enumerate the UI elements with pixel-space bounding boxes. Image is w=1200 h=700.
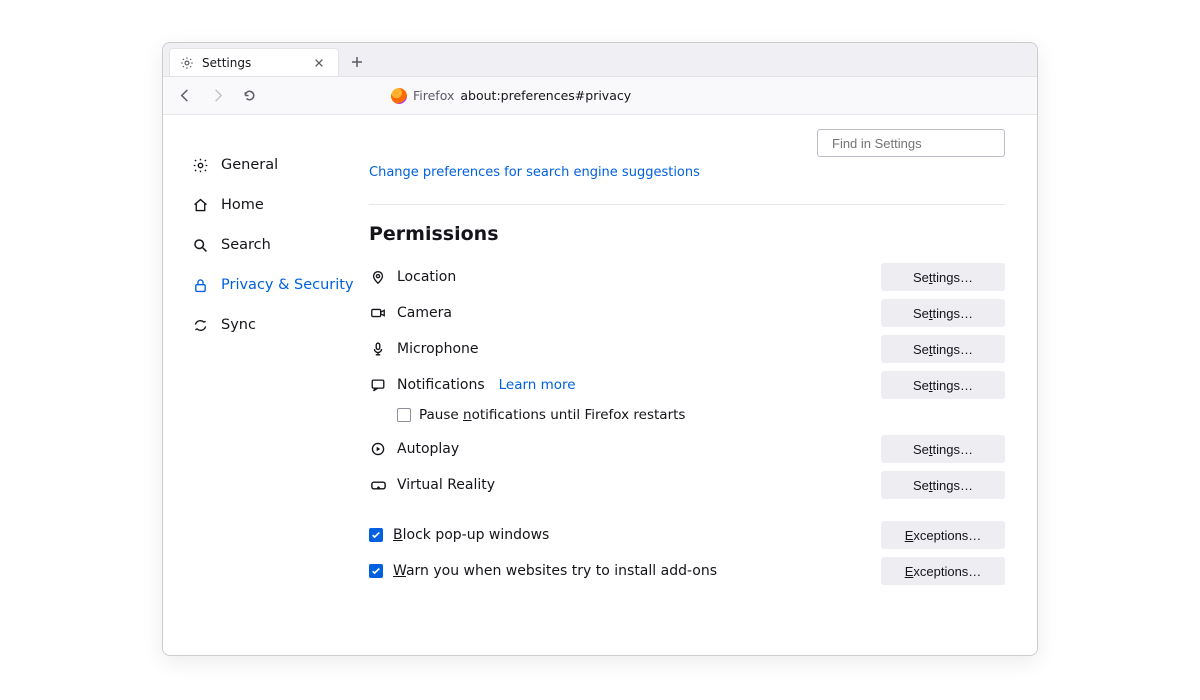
sidebar-item-label: Search xyxy=(221,237,271,253)
notifications-icon xyxy=(369,376,387,394)
permission-row-location: Location Settings… xyxy=(369,259,1005,295)
browser-window: Settings Firefox about:preferences#priva… xyxy=(162,42,1038,656)
new-tab-button[interactable] xyxy=(343,48,371,76)
addons-exceptions-button[interactable]: Exceptions… xyxy=(881,557,1005,585)
block-popups-label: Block pop-up windows xyxy=(393,527,549,543)
camera-settings-button[interactable]: Settings… xyxy=(881,299,1005,327)
notifications-settings-button[interactable]: Settings… xyxy=(881,371,1005,399)
microphone-icon xyxy=(369,340,387,358)
sidebar-item-search[interactable]: Search xyxy=(191,225,363,265)
pause-notifications-checkbox[interactable] xyxy=(397,408,411,422)
settings-sidebar: General Home Search Privacy & Security xyxy=(163,115,363,655)
permission-label: Autoplay xyxy=(397,441,459,457)
autoplay-settings-button[interactable]: Settings… xyxy=(881,435,1005,463)
sidebar-item-label: Privacy & Security xyxy=(221,277,354,293)
search-icon xyxy=(191,236,209,254)
tab-close-button[interactable] xyxy=(310,54,328,72)
permission-label: Location xyxy=(397,269,456,285)
back-button[interactable] xyxy=(171,82,199,110)
sidebar-item-home[interactable]: Home xyxy=(191,185,363,225)
warn-addons-label: Warn you when websites try to install ad… xyxy=(393,563,717,579)
vr-icon xyxy=(369,476,387,494)
tab-settings[interactable]: Settings xyxy=(169,48,339,76)
forward-button[interactable] xyxy=(203,82,231,110)
block-popups-checkbox[interactable] xyxy=(369,528,383,542)
address-bar[interactable]: Firefox about:preferences#privacy xyxy=(391,88,631,104)
sidebar-item-label: General xyxy=(221,157,278,173)
location-icon xyxy=(369,268,387,286)
warn-addons-row: Warn you when websites try to install ad… xyxy=(369,553,1005,589)
sidebar-item-sync[interactable]: Sync xyxy=(191,305,363,345)
home-icon xyxy=(191,196,209,214)
tab-strip: Settings xyxy=(163,43,1037,77)
gear-icon xyxy=(191,156,209,174)
nav-toolbar: Firefox about:preferences#privacy xyxy=(163,77,1037,115)
camera-icon xyxy=(369,304,387,322)
settings-main: Change preferences for search engine sug… xyxy=(363,115,1037,655)
address-url: about:preferences#privacy xyxy=(460,88,631,103)
lock-icon xyxy=(191,276,209,294)
learn-more-link[interactable]: Learn more xyxy=(499,377,576,393)
sidebar-item-label: Home xyxy=(221,197,264,213)
permission-row-notifications: Notifications Learn more Settings… xyxy=(369,367,1005,403)
permissions-heading: Permissions xyxy=(369,223,1005,245)
location-settings-button[interactable]: Settings… xyxy=(881,263,1005,291)
settings-content: General Home Search Privacy & Security xyxy=(163,115,1037,655)
popups-exceptions-button[interactable]: Exceptions… xyxy=(881,521,1005,549)
firefox-icon xyxy=(391,88,407,104)
permission-label: Virtual Reality xyxy=(397,477,495,493)
section-divider xyxy=(369,204,1005,205)
settings-search-input[interactable] xyxy=(832,136,1008,151)
permission-row-camera: Camera Settings… xyxy=(369,295,1005,331)
sidebar-item-label: Sync xyxy=(221,317,256,333)
gear-icon xyxy=(180,56,194,70)
microphone-settings-button[interactable]: Settings… xyxy=(881,335,1005,363)
block-popups-row: Block pop-up windows Exceptions… xyxy=(369,517,1005,553)
pause-notifications-label: Pause notifications until Firefox restar… xyxy=(419,407,685,423)
sidebar-item-privacy[interactable]: Privacy & Security xyxy=(191,265,363,305)
sync-icon xyxy=(191,316,209,334)
reload-button[interactable] xyxy=(235,82,263,110)
permission-label: Microphone xyxy=(397,341,479,357)
search-suggestions-link[interactable]: Change preferences for search engine sug… xyxy=(369,165,1005,180)
vr-settings-button[interactable]: Settings… xyxy=(881,471,1005,499)
permission-label: Notifications xyxy=(397,377,485,393)
address-identity: Firefox xyxy=(413,88,454,103)
pause-notifications-row: Pause notifications until Firefox restar… xyxy=(369,403,1005,431)
permission-label: Camera xyxy=(397,305,452,321)
permission-row-vr: Virtual Reality Settings… xyxy=(369,467,1005,503)
permission-row-microphone: Microphone Settings… xyxy=(369,331,1005,367)
sidebar-item-general[interactable]: General xyxy=(191,145,363,185)
tab-title: Settings xyxy=(202,56,251,70)
find-in-settings[interactable] xyxy=(817,129,1005,157)
permission-row-autoplay: Autoplay Settings… xyxy=(369,431,1005,467)
warn-addons-checkbox[interactable] xyxy=(369,564,383,578)
autoplay-icon xyxy=(369,440,387,458)
